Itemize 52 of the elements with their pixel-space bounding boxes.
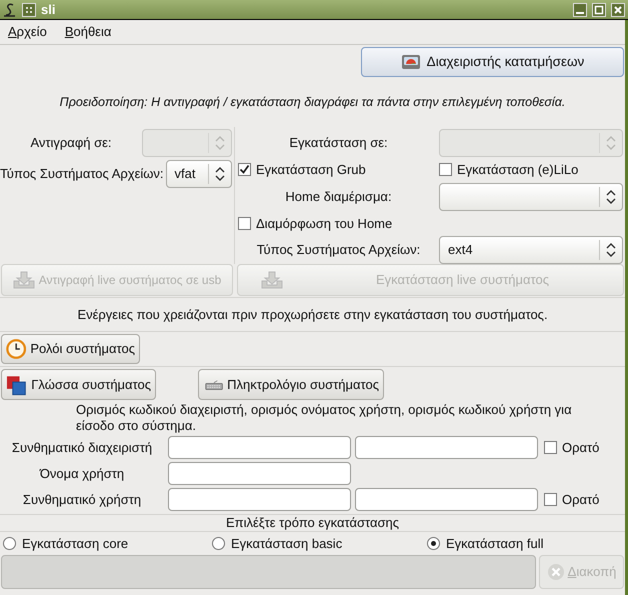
download-arrow-icon	[12, 271, 35, 289]
checkbox[interactable]: Ορατό	[544, 490, 600, 510]
field-label: Όνομα χρήστη	[38, 464, 126, 483]
radio-option[interactable]: Εγκατάσταση basic	[212, 534, 427, 554]
checkmark-icon	[239, 164, 250, 176]
menu-item[interactable]: Βοήθεια	[64, 22, 112, 42]
input-field[interactable]	[168, 488, 351, 511]
dropdown[interactable]: vfat	[166, 160, 232, 188]
mode-heading: Επιλέξτε τρόπο εγκατάστασης	[0, 515, 625, 532]
menu-item[interactable]: Αρχείο	[8, 22, 47, 42]
input-field[interactable]	[168, 462, 351, 485]
clock-icon	[6, 338, 26, 360]
field-label: Αντιγραφή σε:	[29, 134, 113, 152]
radio-option[interactable]: Εγκατάσταση core	[3, 534, 212, 554]
warning-text: Προειδοποίηση: Η αντιγραφή / εγκατάσταση διαγράφει τα πάντα στην επιλεγμένη τοποθεσία.	[58, 94, 566, 111]
spinner-arrows-icon	[215, 136, 225, 150]
download-arrow-icon	[261, 271, 283, 289]
spinner-arrows-icon	[606, 136, 616, 150]
radio-option[interactable]: Εγκατάσταση full	[427, 534, 544, 554]
confirm-input-field[interactable]	[355, 436, 538, 459]
checkbox[interactable]: Εγκατάσταση (e)LiLo	[439, 160, 623, 180]
cancel-icon	[546, 563, 565, 581]
window-title: sli	[41, 0, 56, 19]
field-label: Τύπος Συστήματος Αρχείων:	[256, 241, 422, 260]
field-label: Συνθηματικό διαχειριστή	[10, 438, 154, 457]
checkbox[interactable]: Διαμόρφωση του Home	[238, 214, 392, 233]
flags-icon	[6, 374, 28, 396]
spinner-arrows-icon	[606, 190, 616, 204]
close-icon[interactable]	[611, 2, 625, 16]
field-label: Home διαμέρισμα:	[284, 188, 393, 206]
checkbox[interactable]: Εγκατάσταση Grub	[238, 160, 439, 180]
partition-manager-button[interactable]: Διαχειριστής κατατμήσεων	[361, 47, 624, 77]
window-menu-icon[interactable]	[22, 2, 36, 16]
dropdown[interactable]	[439, 182, 623, 210]
field-label: Εγκατάσταση σε:	[288, 134, 389, 152]
maximize-icon[interactable]	[592, 2, 606, 16]
input-field[interactable]	[168, 436, 351, 459]
clock-button[interactable]: Ρολόι συστήματος	[1, 334, 140, 364]
keyboard-button[interactable]: Πληκτρολόγιο συστήματος	[198, 369, 384, 400]
language-button[interactable]: Γλώσσα συστήματος	[1, 369, 156, 400]
spinner-arrows-icon	[606, 243, 616, 257]
minimize-icon[interactable]	[573, 2, 587, 16]
confirm-input-field[interactable]	[355, 488, 538, 511]
field-label: Τύπος Συστήματος Αρχείων:	[0, 165, 165, 184]
app-logo-icon	[3, 2, 17, 16]
accounts-note: Ορισμός κωδικού διαχειριστή, ορισμός ονόματος χρήστη, ορισμός κωδικού χρήστη για είσοδο στο σύστημα.	[75, 402, 573, 435]
spinner-arrows-icon	[215, 167, 225, 181]
dropdown[interactable]: ext4	[439, 236, 623, 264]
checkbox[interactable]: Ορατό	[544, 438, 600, 458]
actions-note: Ενέργειες που χρειάζονται πριν προχωρήσετε στην εγκατάσταση του συστήματος.	[0, 298, 625, 332]
keyboard-icon	[205, 378, 224, 392]
field-label: Συνθηματικό χρήστη	[22, 490, 142, 509]
